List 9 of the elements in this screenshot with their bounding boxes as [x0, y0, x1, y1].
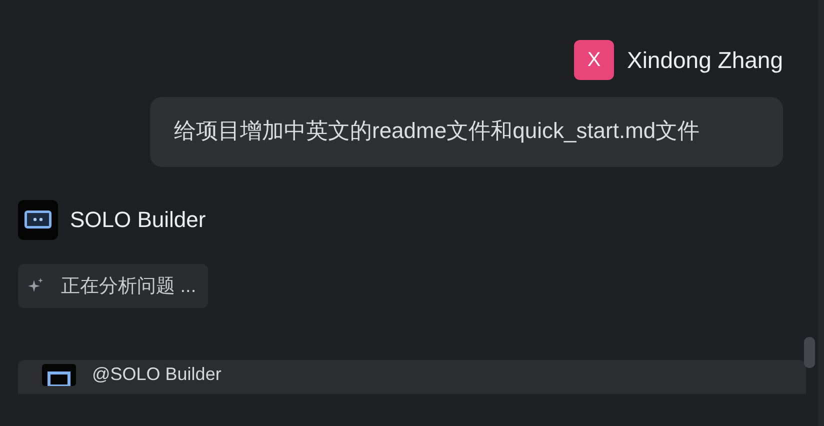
bot-screen-icon	[18, 200, 58, 240]
user-avatar: X	[574, 40, 614, 80]
scrollbar-thumb[interactable]	[804, 337, 815, 368]
card-title: @SOLO Builder	[92, 364, 222, 385]
user-name: Xindong Zhang	[626, 46, 783, 74]
bot-screen-icon	[42, 364, 76, 386]
message-bubble: 给项目增加中英文的readme文件和quick_start.md文件	[150, 97, 783, 167]
status-text: 正在分析问题 ...	[61, 275, 196, 299]
bot-name: SOLO Builder	[70, 207, 206, 233]
